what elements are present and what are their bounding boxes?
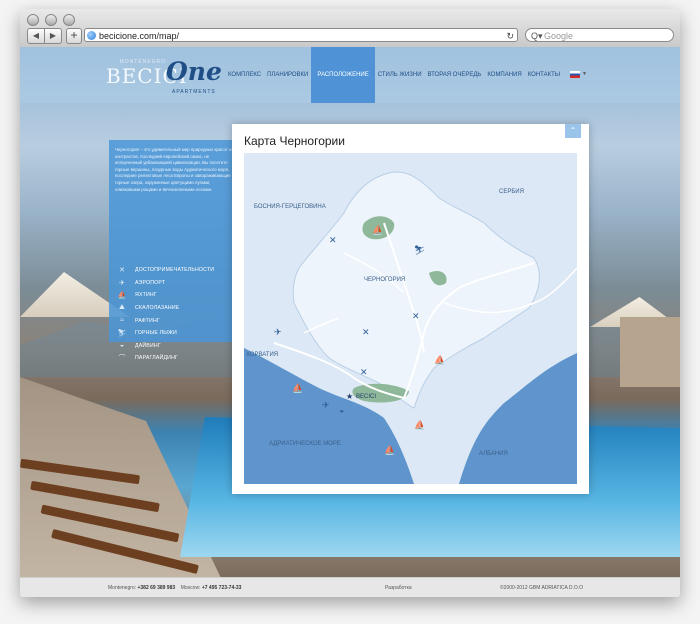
legend-icon: ⛵: [117, 292, 127, 300]
skiing-icon[interactable]: ⛷: [414, 245, 425, 255]
background-building: [620, 317, 680, 387]
legend-label: ПАРАГЛАЙДИНГ: [135, 355, 179, 362]
site-footer: Montenegro: +382 69 389 983 Moscow: +7 4…: [20, 577, 680, 597]
minimize-window-button[interactable]: [45, 14, 57, 26]
site-header: MONTENEGRO BECICI One APARTMENTS КОМПЛЕК…: [20, 47, 680, 103]
legend-label: ЯХТИНГ: [135, 292, 157, 299]
collapse-button[interactable]: ⌃: [565, 124, 581, 138]
label-adriatic: АДРИАТИЧЕСКОЕ МОРЕ: [269, 441, 341, 447]
nav-item[interactable]: КОНТАКТЫ: [525, 47, 563, 103]
legend-label: СКАЛОЛАЗАНИЕ: [135, 305, 180, 312]
chevron-down-icon[interactable]: ▼: [582, 71, 587, 77]
legend-icon: ⛰: [119, 304, 125, 312]
legend-item[interactable]: ≈ РАФТИНГ: [117, 314, 235, 327]
legend-item[interactable]: ⛰ СКАЛОЛАЗАНИЕ: [117, 302, 235, 315]
address-bar[interactable]: becicione.com/map/ ↻: [84, 28, 518, 42]
phone-moscow[interactable]: +7 495 723-74-33: [202, 585, 242, 591]
nav-item[interactable]: ВТОРАЯ ОЧЕРЕДЬ: [425, 47, 485, 103]
yachting-icon[interactable]: ⛵: [292, 382, 303, 393]
nav-item[interactable]: ПЛАНИРОВКИ: [264, 47, 311, 103]
label-croatia: ХОРВАТИЯ: [246, 352, 278, 358]
search-placeholder: Google: [544, 31, 574, 41]
legend-icon: ⌒: [118, 355, 126, 363]
logo-sub-text: APARTMENTS: [172, 89, 216, 95]
yachting-icon[interactable]: ⛵: [414, 419, 425, 430]
yachting-icon[interactable]: ⛵: [384, 444, 395, 455]
marker-label: BECICI: [356, 394, 376, 400]
add-bookmark-button[interactable]: +: [66, 28, 82, 44]
copyright-text: ©2000-2012 GBM ADRIATICA D.O.O: [500, 585, 584, 591]
plus-icon: +: [70, 28, 78, 42]
back-icon: ◀: [32, 31, 40, 40]
legend-icon: ≈: [120, 317, 124, 325]
yachting-icon[interactable]: ⛵: [372, 224, 383, 235]
legend-icon: ⛷: [117, 330, 127, 338]
nav-item[interactable]: СТИЛЬ ЖИЗНИ: [375, 47, 425, 103]
legend-item[interactable]: ◒ ДАЙВИНГ: [117, 340, 235, 353]
sight-icon[interactable]: ✕: [329, 235, 337, 245]
forward-button[interactable]: ▶: [45, 28, 62, 44]
logo-one-text: One: [166, 57, 222, 86]
phone-montenegro[interactable]: +382 69 389 983: [137, 585, 175, 591]
legend-label: ГОРНЫЕ ЛЫЖИ: [135, 330, 177, 337]
developer-link[interactable]: Разработка: [385, 585, 412, 591]
label-albania: АЛБАНИЯ: [479, 451, 508, 457]
legend-item[interactable]: ⛷ ГОРНЫЕ ЛЫЖИ: [117, 327, 235, 340]
main-nav: КОМПЛЕКС ПЛАНИРОВКИ РАСПОЛОЖЕНИЕ СТИЛЬ ЖИЗН…: [225, 47, 563, 103]
window-controls: [27, 14, 75, 26]
map-card: Карта Черногории ⌃ СЕРБИЯ БОСНИЯ-ГЕРЦЕГО…: [232, 124, 589, 494]
chevron-up-icon: ⌃: [569, 126, 577, 135]
star-icon: ★: [346, 392, 353, 401]
intro-text: Черногория – это удивительный мир природ…: [115, 147, 232, 192]
zoom-window-button[interactable]: [63, 14, 75, 26]
sight-icon[interactable]: ✕: [412, 311, 420, 321]
legend-item[interactable]: ⛵ ЯХТИНГ: [117, 289, 235, 302]
map-legend: ✕ ДОСТОПРИМЕЧАТЕЛЬНОСТИ ✈ АЭРОПОРТ ⛵ ЯХТИНГ ⛰ С…: [117, 264, 235, 365]
legend-icon: ✈: [119, 279, 125, 287]
search-input[interactable]: Q▾ Google: [525, 28, 674, 42]
legend-label: АЭРОПОРТ: [135, 279, 166, 286]
diving-icon[interactable]: ◒: [339, 405, 344, 415]
nav-item[interactable]: КОМПАНИЯ: [484, 47, 524, 103]
search-icon: Q▾: [531, 31, 543, 41]
legend-item[interactable]: ⌒ ПАРАГЛАЙДИНГ: [117, 352, 235, 365]
russian-flag-icon[interactable]: [570, 71, 580, 78]
legend-label: ДАЙВИНГ: [135, 342, 161, 349]
nav-item[interactable]: РАСПОЛОЖЕНИЕ: [311, 47, 375, 103]
legend-icon: ◒: [119, 342, 125, 350]
label-serbia: СЕРБИЯ: [499, 189, 524, 195]
info-panel: Черногория – это удивительный мир природ…: [109, 140, 239, 362]
legend-icon: ✕: [119, 267, 125, 275]
browser-window: ◀ ▶ + becicione.com/map/ ↻ Q▾ Google MON…: [20, 9, 680, 597]
label-bosnia: БОСНИЯ-ГЕРЦЕГОВИНА: [254, 204, 326, 210]
yachting-icon[interactable]: ⛵: [434, 354, 445, 365]
legend-label: ДОСТОПРИМЕЧАТЕЛЬНОСТИ: [135, 267, 215, 274]
phone-label-moscow: Moscow:: [180, 585, 201, 591]
address-text: becicione.com/map/: [99, 31, 180, 41]
becici-marker[interactable]: ★ BECICI: [346, 392, 376, 401]
sight-icon[interactable]: ✕: [362, 327, 370, 337]
back-button[interactable]: ◀: [27, 28, 45, 44]
montenegro-map[interactable]: СЕРБИЯ БОСНИЯ-ГЕРЦЕГОВИНА ЧЕРНОГОРИЯ ХОР…: [244, 153, 577, 484]
globe-icon: [87, 31, 96, 40]
legend-item[interactable]: ✕ ДОСТОПРИМЕЧАТЕЛЬНОСТИ: [117, 264, 235, 277]
footer-phones: Montenegro: +382 69 389 983 Moscow: +7 4…: [108, 585, 241, 591]
reload-icon[interactable]: ↻: [506, 29, 514, 43]
nav-item[interactable]: КОМПЛЕКС: [225, 47, 264, 103]
map-title: Карта Черногории: [244, 134, 345, 148]
web-page: MONTENEGRO BECICI One APARTMENTS КОМПЛЕК…: [20, 47, 680, 597]
forward-icon: ▶: [49, 31, 57, 40]
legend-label: РАФТИНГ: [135, 317, 160, 324]
close-window-button[interactable]: [27, 14, 39, 26]
airport-icon[interactable]: ✈: [274, 327, 282, 337]
legend-item[interactable]: ✈ АЭРОПОРТ: [117, 277, 235, 290]
airport-icon[interactable]: ✈: [322, 400, 330, 410]
history-buttons: ◀ ▶: [27, 28, 62, 44]
phone-label-montenegro: Montenegro:: [108, 585, 137, 591]
browser-toolbar: ◀ ▶ + becicione.com/map/ ↻ Q▾ Google: [20, 9, 680, 48]
sight-icon[interactable]: ✕: [360, 367, 368, 377]
label-montenegro: ЧЕРНОГОРИЯ: [364, 277, 405, 283]
